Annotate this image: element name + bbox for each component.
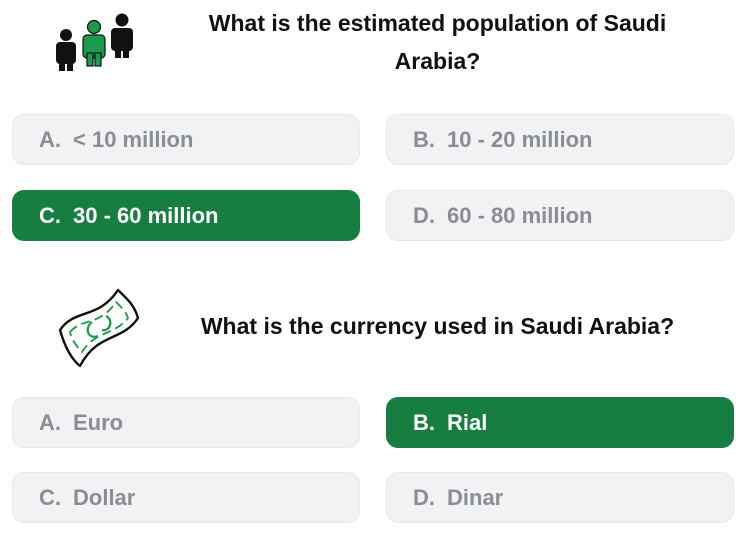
people-icon <box>48 8 144 76</box>
q2-option-a[interactable]: A. Euro <box>12 397 360 448</box>
question-2-text: What is the currency used in Saudi Arabi… <box>200 313 675 339</box>
option-letter: B. <box>413 409 435 435</box>
option-letter: A. <box>39 409 61 435</box>
banknote-icon <box>50 280 142 370</box>
q2-option-b[interactable]: B. Rial <box>386 397 734 448</box>
q1-option-a[interactable]: A. < 10 million <box>12 114 360 165</box>
q1-option-d[interactable]: D. 60 - 80 million <box>386 190 734 241</box>
option-letter: C. <box>39 202 61 228</box>
option-label: Euro <box>73 409 124 435</box>
q1-option-c[interactable]: C. 30 - 60 million <box>12 190 360 241</box>
option-label: 60 - 80 million <box>447 202 593 228</box>
q2-option-c[interactable]: C. Dollar <box>12 472 360 523</box>
q1-option-b[interactable]: B. 10 - 20 million <box>386 114 734 165</box>
option-letter: C. <box>39 484 61 510</box>
option-letter: D. <box>413 484 435 510</box>
question-1-text: What is the estimated population of Saud… <box>208 10 667 74</box>
option-label: 30 - 60 million <box>73 202 219 228</box>
option-label: 10 - 20 million <box>447 126 593 152</box>
option-label: Rial <box>447 409 488 435</box>
option-letter: B. <box>413 126 435 152</box>
option-label: Dinar <box>447 484 504 510</box>
option-label: Dollar <box>73 484 136 510</box>
option-label: < 10 million <box>73 126 194 152</box>
option-letter: D. <box>413 202 435 228</box>
q2-option-d[interactable]: D. Dinar <box>386 472 734 523</box>
option-letter: A. <box>39 126 61 152</box>
